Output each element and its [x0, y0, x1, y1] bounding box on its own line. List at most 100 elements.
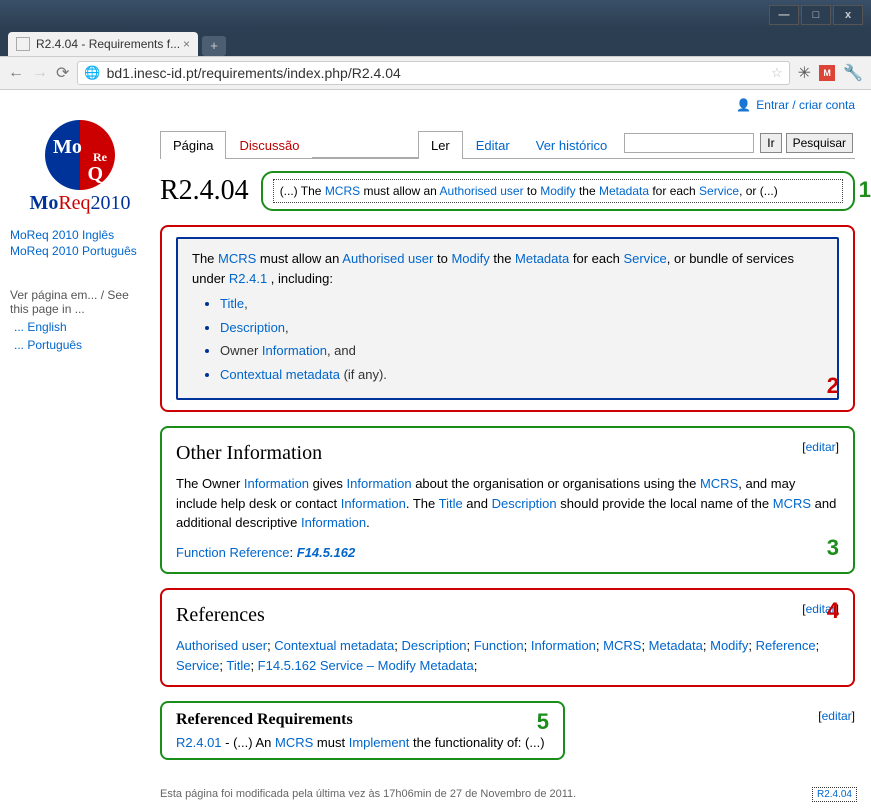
- new-tab-button[interactable]: +: [202, 36, 226, 56]
- requirement-inner: The MCRS must allow an Authorised user t…: [176, 237, 839, 400]
- sidebar-item-portugues[interactable]: MoReq 2010 Português: [10, 244, 150, 258]
- tab-discussao[interactable]: Discussão: [226, 131, 312, 159]
- tab-close-icon[interactable]: ×: [183, 37, 190, 51]
- tab-pagina[interactable]: Página: [160, 131, 226, 159]
- link-ref[interactable]: Reference: [756, 638, 816, 653]
- other-information-box: 3 Other Information [editar] The Owner I…: [160, 426, 855, 574]
- url-bar[interactable]: 🌐 bd1.inesc-id.pt/requirements/index.php…: [77, 61, 789, 85]
- link-ref[interactable]: Authorised user: [176, 638, 267, 653]
- link-f1451622[interactable]: F14.5.162: [297, 545, 356, 560]
- link-description[interactable]: Description: [220, 320, 285, 335]
- footer-badge: R2.4.04: [812, 787, 857, 802]
- lang-link-english[interactable]: ... English: [14, 320, 150, 334]
- link-mcrs[interactable]: MCRS: [773, 496, 811, 511]
- reload-button[interactable]: ⟳: [56, 63, 69, 83]
- logo[interactable]: Mo Re Q MoReq2010: [25, 120, 135, 220]
- window-close-button[interactable]: x: [833, 5, 863, 25]
- sidebar-item-ingles[interactable]: MoReq 2010 Inglês: [10, 228, 150, 242]
- extension-icon[interactable]: ✳: [798, 63, 811, 83]
- link-information[interactable]: Information: [301, 515, 366, 530]
- link-information[interactable]: Information: [347, 476, 412, 491]
- other-info-heading: Other Information: [176, 438, 322, 468]
- link-r2401[interactable]: R2.4.01: [176, 735, 222, 750]
- browser-toolbar: ← → ⟳ 🌐 bd1.inesc-id.pt/requirements/ind…: [0, 56, 871, 90]
- box-number-5: 5: [537, 709, 549, 735]
- url-text: bd1.inesc-id.pt/requirements/index.php/R…: [107, 65, 771, 81]
- link-function-reference[interactable]: Function Reference: [176, 545, 289, 560]
- link-metadata[interactable]: Metadata: [599, 184, 649, 198]
- link-ref[interactable]: Information: [531, 638, 596, 653]
- link-mcrs[interactable]: MCRS: [275, 735, 313, 750]
- references-list: Authorised user; Contextual metadata; De…: [176, 636, 839, 675]
- sidebar-section-label: Ver página em... / See this page in ...: [10, 288, 150, 316]
- link-mcrs[interactable]: MCRS: [218, 251, 256, 266]
- logo-text: MoReq2010: [29, 192, 130, 215]
- back-button[interactable]: ←: [8, 64, 24, 82]
- link-r241[interactable]: R2.4.1: [229, 271, 267, 286]
- user-icon: 👤: [736, 98, 751, 112]
- search-input[interactable]: [624, 133, 754, 153]
- link-modify[interactable]: Modify: [451, 251, 489, 266]
- link-ref[interactable]: Metadata: [649, 638, 703, 653]
- link-modify[interactable]: Modify: [540, 184, 575, 198]
- link-ref[interactable]: MCRS: [603, 638, 641, 653]
- references-heading: References: [176, 600, 265, 630]
- maximize-button[interactable]: □: [801, 5, 831, 25]
- tab-title: R2.4.04 - Requirements f...: [36, 37, 180, 51]
- link-title[interactable]: Title: [439, 496, 463, 511]
- link-ref[interactable]: Description: [402, 638, 467, 653]
- tab-ler[interactable]: Ler: [418, 131, 463, 159]
- link-service[interactable]: Service: [623, 251, 666, 266]
- link-service[interactable]: Service: [699, 184, 739, 198]
- login-link[interactable]: 👤 Entrar / criar conta: [736, 98, 855, 112]
- edit-other-info[interactable]: editar: [806, 440, 836, 454]
- link-ref[interactable]: Contextual metadata: [274, 638, 394, 653]
- logo-circle-icon: Mo Re Q: [45, 120, 115, 190]
- link-implement[interactable]: Implement: [349, 735, 410, 750]
- link-ref[interactable]: F14.5.162 Service – Modify Metadata: [258, 658, 474, 673]
- link-contextual-metadata[interactable]: Contextual metadata: [220, 367, 340, 382]
- tab-historico[interactable]: Ver histórico: [523, 131, 621, 159]
- link-information[interactable]: Information: [244, 476, 309, 491]
- sidebar-language-section: Ver página em... / See this page in ... …: [10, 288, 150, 352]
- link-ref[interactable]: Title: [226, 658, 250, 673]
- link-title[interactable]: Title: [220, 296, 244, 311]
- forward-button[interactable]: →: [32, 64, 48, 82]
- browser-tab[interactable]: R2.4.04 - Requirements f... ×: [8, 32, 198, 56]
- main-content: Página Discussão Ler Editar Ver históric…: [160, 90, 871, 780]
- wrench-icon[interactable]: 🔧: [843, 63, 863, 83]
- link-mcrs[interactable]: MCRS: [700, 476, 738, 491]
- lang-link-portugues[interactable]: ... Português: [14, 338, 150, 352]
- sidebar-nav: MoReq 2010 Inglês MoReq 2010 Português: [10, 228, 150, 258]
- browser-tab-bar: R2.4.04 - Requirements f... × +: [0, 28, 871, 56]
- link-metadata[interactable]: Metadata: [515, 251, 569, 266]
- tab-favicon-icon: [16, 37, 30, 51]
- edit-link: [editar]: [818, 701, 855, 723]
- gmail-icon[interactable]: M: [819, 65, 835, 81]
- bookmark-star-icon[interactable]: ☆: [771, 65, 783, 81]
- link-information[interactable]: Information: [262, 343, 327, 358]
- minimize-button[interactable]: —: [769, 5, 799, 25]
- edit-link: [editar]: [802, 438, 839, 468]
- references-box: 4 References [editar] Authorised user; C…: [160, 588, 855, 687]
- link-information[interactable]: Information: [341, 496, 406, 511]
- link-ref[interactable]: Service: [176, 658, 219, 673]
- link-authorised-user[interactable]: Authorised user: [440, 184, 524, 198]
- globe-icon: 🌐: [84, 65, 100, 81]
- requirement-box: 2 The MCRS must allow an Authorised user…: [160, 225, 855, 412]
- window-titlebar: — □ x: [0, 0, 871, 28]
- pesquisar-button[interactable]: Pesquisar: [786, 133, 853, 153]
- tab-editar[interactable]: Editar: [463, 131, 523, 159]
- link-description[interactable]: Description: [492, 496, 557, 511]
- link-mcrs[interactable]: MCRS: [325, 184, 360, 198]
- box-number-2: 2: [827, 369, 839, 402]
- link-authorised-user[interactable]: Authorised user: [342, 251, 433, 266]
- edit-referenced[interactable]: editar: [822, 709, 852, 723]
- page-footer: Esta página foi modificada pela última v…: [160, 780, 871, 808]
- referenced-requirements-box: 5 Referenced Requirements R2.4.01 - (...…: [160, 701, 565, 760]
- page-title: R2.4.04: [160, 175, 249, 207]
- link-ref[interactable]: Function: [474, 638, 524, 653]
- ir-button[interactable]: Ir: [760, 133, 781, 153]
- page-body: 👤 Entrar / criar conta Mo Re Q MoReq2010…: [0, 90, 871, 808]
- link-ref[interactable]: Modify: [710, 638, 748, 653]
